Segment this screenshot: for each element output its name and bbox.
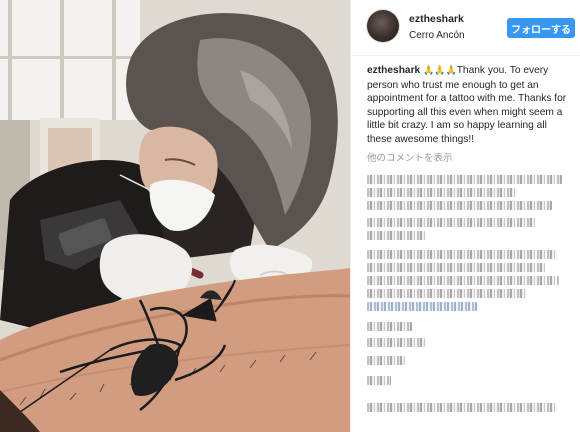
blurred-comment [367,231,427,240]
blurred-comment [367,250,557,259]
blurred-comment [367,289,527,298]
blurred-comment [367,201,552,210]
blurred-comment [367,175,562,184]
instagram-post: eztheshark Cerro Ancón フォローする eztheshark… [0,0,580,432]
more-comments-link[interactable]: 他のコメントを表示 [367,150,453,164]
post-caption: eztheshark 🙏🙏🙏Thank you. To every person… [367,64,573,146]
post-photo[interactable] [0,0,350,432]
post-username[interactable]: eztheshark [409,13,464,25]
blurred-comment [367,188,517,197]
post-location[interactable]: Cerro Ancón [409,30,465,41]
blurred-comment [367,302,477,311]
blurred-comment [367,376,391,385]
blurred-comment [367,263,545,272]
caption-username[interactable]: eztheshark [367,65,420,76]
caption-text: Thank you. To every person who trust me … [367,65,567,145]
follow-button[interactable]: フォローする [507,18,575,38]
blurred-comment [367,338,425,347]
avatar[interactable] [367,10,399,42]
blurred-comment [367,218,535,227]
tattoo-photo-illustration [0,0,350,432]
blurred-comment [367,276,559,285]
blurred-comment [367,356,405,365]
blurred-comment [367,322,412,331]
post-header: eztheshark Cerro Ancón フォローする [351,0,580,56]
caption-emoji: 🙏🙏🙏 [423,66,457,76]
blurred-comment [367,403,557,412]
post-sidebar: eztheshark Cerro Ancón フォローする eztheshark… [350,0,580,432]
